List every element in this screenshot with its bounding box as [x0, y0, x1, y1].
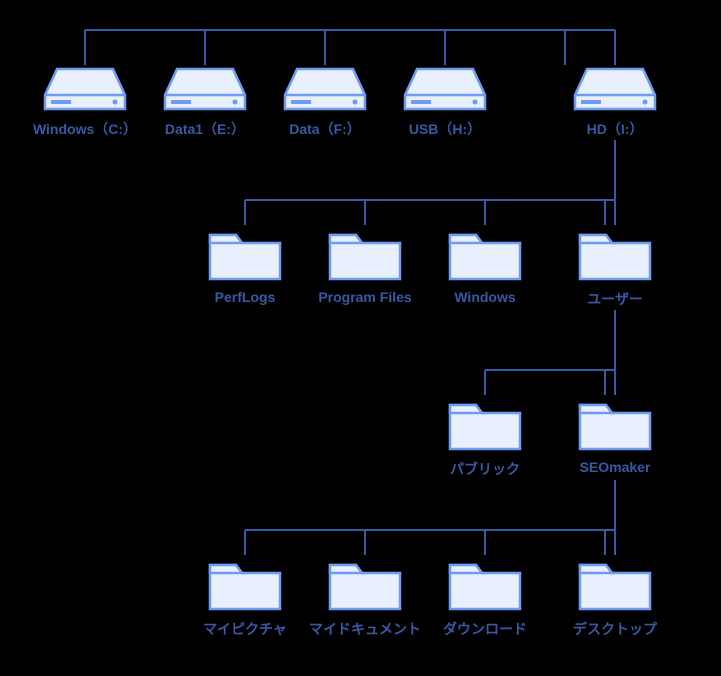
folder-label: ユーザー [587, 289, 643, 309]
folder-node-mypic: マイピクチャ [190, 555, 300, 639]
folder-node-download: ダウンロード [430, 555, 540, 639]
folder-icon [446, 225, 524, 283]
folder-icon [576, 555, 654, 613]
folder-label: Windows [454, 289, 515, 305]
drive-label: USB（H:） [409, 119, 481, 139]
folder-label: ダウンロード [443, 619, 527, 639]
drive-label: Data（F:） [289, 119, 361, 139]
drive-node-h: USB（H:） [390, 65, 500, 139]
drive-icon [573, 65, 657, 113]
folder-icon [206, 555, 284, 613]
drive-icon [283, 65, 367, 113]
folder-label: デスクトップ [573, 619, 657, 639]
drive-label: HD（I:） [587, 119, 644, 139]
folder-node-seomaker: SEOmaker [560, 395, 670, 475]
folder-node-windows: Windows [430, 225, 540, 305]
folder-label: SEOmaker [580, 459, 651, 475]
folder-icon [326, 225, 404, 283]
folder-label: PerfLogs [215, 289, 276, 305]
drive-icon [403, 65, 487, 113]
drive-label: Data1（E:） [165, 119, 245, 139]
folder-icon [446, 395, 524, 453]
drive-node-e: Data1（E:） [150, 65, 260, 139]
drive-node-f: Data（F:） [270, 65, 380, 139]
folder-label: マイピクチャ [203, 619, 287, 639]
folder-label: Program Files [318, 289, 411, 305]
folder-node-users: ユーザー [560, 225, 670, 309]
folder-icon [576, 225, 654, 283]
folder-icon [576, 395, 654, 453]
folder-label: パブリック [450, 459, 520, 479]
folder-icon [206, 225, 284, 283]
folder-node-mydoc: マイドキュメント [310, 555, 420, 639]
drive-node-c: Windows（C:） [30, 65, 140, 139]
folder-node-desktop: デスクトップ [560, 555, 670, 639]
drive-label: Windows（C:） [33, 119, 137, 139]
folder-node-public: パブリック [430, 395, 540, 479]
drive-icon [163, 65, 247, 113]
folder-icon [446, 555, 524, 613]
folder-node-perflogs: PerfLogs [190, 225, 300, 305]
folder-label: マイドキュメント [309, 619, 421, 639]
drive-icon [43, 65, 127, 113]
folder-node-progfiles: Program Files [310, 225, 420, 305]
drive-node-i: HD（I:） [560, 65, 670, 139]
folder-icon [326, 555, 404, 613]
